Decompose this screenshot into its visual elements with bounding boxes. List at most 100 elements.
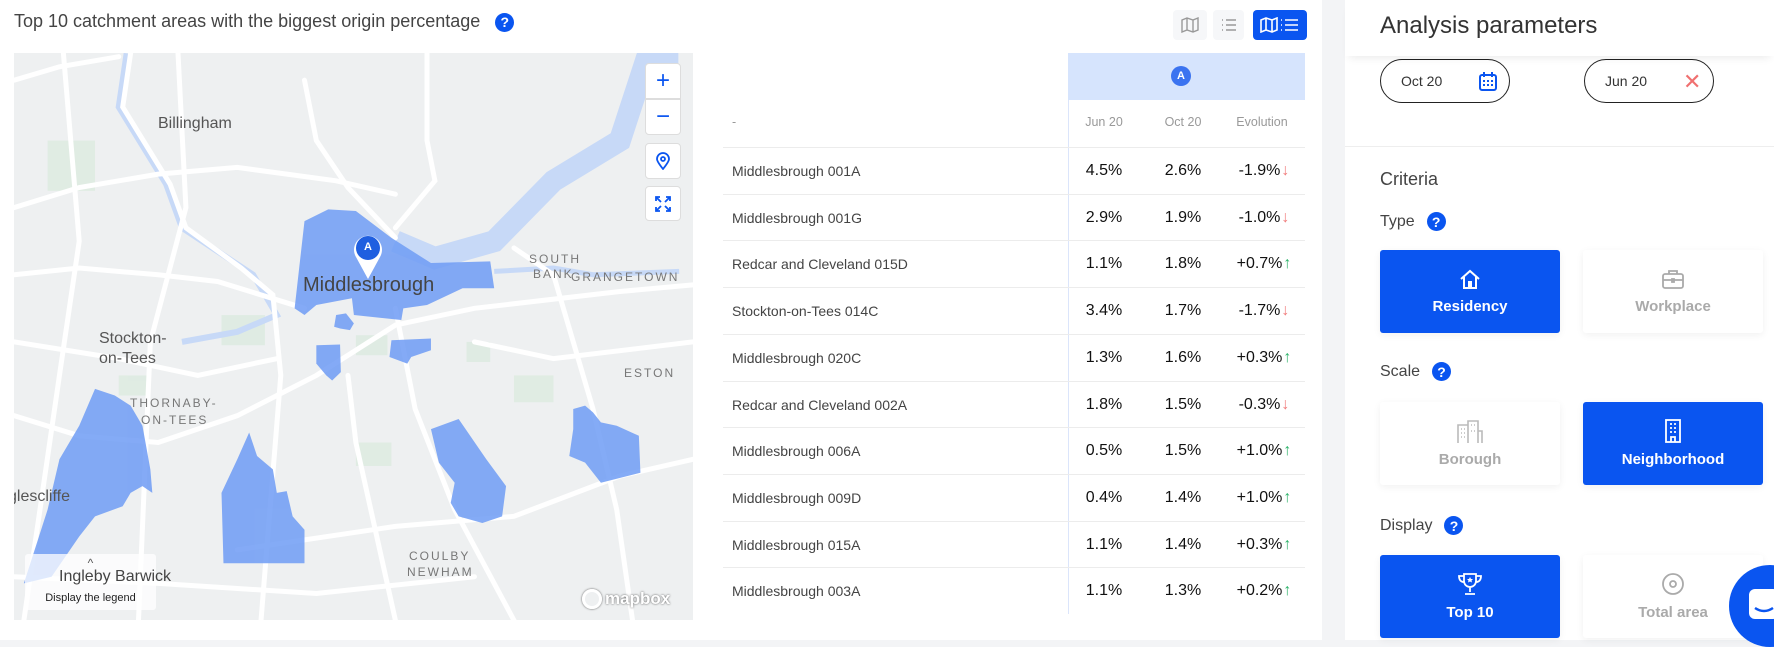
map-view-toggle[interactable] <box>1173 10 1207 40</box>
evolution-value: -1.7%↓ <box>1238 302 1290 320</box>
name-header: - <box>732 115 737 129</box>
area-name: Middlesbrough 003A <box>732 583 861 600</box>
group-header: A <box>1068 53 1305 100</box>
map-label-coulby: COULBY <box>409 549 471 563</box>
oct-value: 1.7% <box>1164 302 1202 320</box>
display-label: Display? <box>1380 516 1464 535</box>
list-view-toggle[interactable] <box>1213 10 1244 40</box>
locate-button[interactable] <box>645 143 681 179</box>
card-title: Top 10 catchment areas with the biggest … <box>14 11 515 32</box>
table-row[interactable]: Middlesbrough 009D 0.4% 1.4% +1.0%↑ <box>723 473 1305 521</box>
map-label-billingham: Billingham <box>158 115 232 132</box>
panel-header: Analysis parameters <box>1345 0 1774 56</box>
oct-value: 1.5% <box>1164 395 1202 413</box>
building-icon <box>1665 419 1681 443</box>
area-name: Middlesbrough 020C <box>732 349 862 366</box>
table-row[interactable]: Middlesbrough 001A 4.5% 2.6% -1.9%↓ <box>723 147 1305 194</box>
evolution-value: +0.3%↑ <box>1236 535 1292 553</box>
criteria-heading: Criteria <box>1380 169 1439 189</box>
map[interactable]: Billingham Stockton- on-Tees THORNABY- O… <box>14 53 693 620</box>
oct-value: 1.9% <box>1164 208 1202 226</box>
jun-value: 3.4% <box>1085 302 1123 320</box>
evolution-value: +1.0%↑ <box>1236 488 1292 506</box>
marker-pin[interactable]: A <box>352 233 384 286</box>
expand-icon <box>655 195 671 212</box>
header-oct[interactable]: Oct 20 <box>1143 115 1223 129</box>
fullscreen-button[interactable] <box>645 186 681 221</box>
evolution-value: -1.0%↓ <box>1238 208 1290 226</box>
help-icon[interactable]: ? <box>1426 212 1446 231</box>
area-name: Redcar and Cleveland 002A <box>732 396 908 413</box>
arrow-down-icon: ↓ <box>1281 395 1290 413</box>
house-icon <box>1460 269 1480 289</box>
jun-value: 0.5% <box>1085 442 1123 460</box>
date-picker-jun[interactable]: Jun 20 ✕ <box>1584 59 1714 103</box>
header-evolution[interactable]: Evolution <box>1222 115 1302 129</box>
divider <box>1345 146 1774 147</box>
zoom-out-button[interactable]: − <box>645 99 681 135</box>
map-label-newham: NEWHAM <box>407 565 474 579</box>
area-name: Redcar and Cleveland 015D <box>732 256 908 273</box>
oct-value: 1.5% <box>1164 442 1202 460</box>
oct-value: 1.3% <box>1164 582 1202 600</box>
calendar-icon[interactable] <box>1479 72 1497 91</box>
table-row[interactable]: Middlesbrough 001G 2.9% 1.9% -1.0%↓ <box>723 193 1305 241</box>
map-label-stockton-2: on-Tees <box>99 350 156 367</box>
evolution-value: +0.7%↑ <box>1236 255 1292 273</box>
area-name: Middlesbrough 015A <box>732 536 861 553</box>
help-icon[interactable]: ? <box>495 12 515 32</box>
mapbox-logo[interactable]: mapbox <box>582 589 670 609</box>
jun-value: 4.5% <box>1085 162 1123 179</box>
close-icon[interactable]: ✕ <box>1683 69 1701 95</box>
evolution-value: +1.0%↑ <box>1236 442 1292 460</box>
jun-value: 1.1% <box>1085 255 1123 273</box>
analysis-panel: Analysis parameters Oct 20 Jun 20 ✕ Crit… <box>1345 0 1774 640</box>
table-row[interactable]: Middlesbrough 003A 1.1% 1.3% +0.2%↑ <box>723 567 1305 614</box>
map-label-bank: BANK <box>533 267 574 281</box>
buildings-icon <box>1457 420 1483 443</box>
area-name: Middlesbrough 009D <box>732 489 862 506</box>
briefcase-icon <box>1662 270 1684 289</box>
type-residency-option[interactable]: Residency <box>1380 250 1560 333</box>
zoom-in-button[interactable]: + <box>645 63 681 99</box>
jun-value: 1.3% <box>1085 348 1123 366</box>
table-row[interactable]: Middlesbrough 015A 1.1% 1.4% +0.3%↑ <box>723 520 1305 568</box>
catchment-card: Top 10 catchment areas with the biggest … <box>0 0 1322 640</box>
help-icon[interactable]: ? <box>1444 516 1464 535</box>
table-row[interactable]: Stockton-on-Tees 014C 3.4% 1.7% -1.7%↓ <box>723 287 1305 334</box>
table-row[interactable]: Middlesbrough 006A 0.5% 1.5% +1.0%↑ <box>723 427 1305 474</box>
jun-value: 1.1% <box>1085 535 1123 553</box>
jun-value: 0.4% <box>1085 488 1123 506</box>
arrow-up-icon: ↑ <box>1283 348 1292 366</box>
trophy-icon <box>1458 573 1482 595</box>
table-row[interactable]: Redcar and Cleveland 002A 1.8% 1.5% -0.3… <box>723 380 1305 428</box>
map-icon <box>1181 17 1199 33</box>
type-workplace-option[interactable]: Workplace <box>1583 250 1763 333</box>
target-icon <box>1662 573 1684 595</box>
arrow-down-icon: ↓ <box>1281 162 1290 179</box>
evolution-value: +0.3%↑ <box>1236 348 1292 366</box>
help-icon[interactable]: ? <box>1432 362 1452 381</box>
scale-borough-option[interactable]: Borough <box>1380 402 1560 485</box>
minus-icon: − <box>655 103 670 130</box>
table-row[interactable]: Redcar and Cleveland 015D 1.1% 1.8% +0.7… <box>723 240 1305 287</box>
header-jun[interactable]: Jun 20 <box>1064 115 1144 129</box>
oct-value: 1.8% <box>1164 255 1202 273</box>
area-name: Middlesbrough 001A <box>732 163 861 179</box>
oct-value: 1.4% <box>1164 535 1202 553</box>
map-label-stockton: Stockton- <box>99 330 167 347</box>
type-label: Type? <box>1380 212 1446 231</box>
date-picker-oct[interactable]: Oct 20 <box>1380 59 1510 103</box>
evolution-value: +0.2%↑ <box>1236 582 1292 600</box>
oct-value: 2.6% <box>1164 162 1202 179</box>
map-list-icon <box>1260 17 1298 33</box>
display-top10-option[interactable]: Top 10 <box>1380 555 1560 638</box>
map-list-view-toggle[interactable] <box>1253 10 1307 40</box>
jun-value: 1.1% <box>1085 582 1123 600</box>
table-row[interactable]: Middlesbrough 020C 1.3% 1.6% +0.3%↑ <box>723 333 1305 381</box>
scale-neighborhood-option[interactable]: Neighborhood <box>1583 402 1763 485</box>
panel-title: Analysis parameters <box>1380 12 1598 39</box>
oct-value: 1.6% <box>1164 348 1202 366</box>
arrow-down-icon: ↓ <box>1281 208 1290 226</box>
area-name: Middlesbrough 001G <box>732 209 862 226</box>
